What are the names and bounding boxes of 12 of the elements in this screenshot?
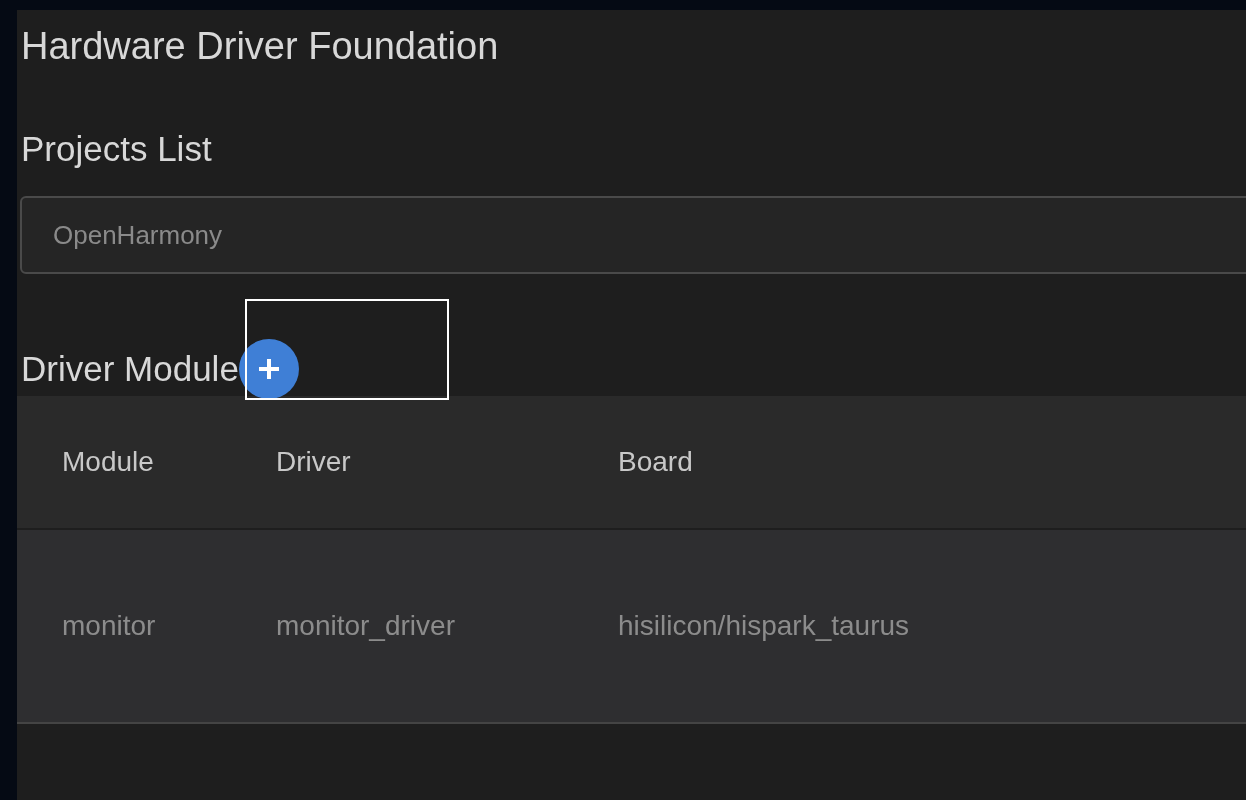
page-title: Hardware Driver Foundation — [21, 24, 499, 68]
plus-icon — [256, 357, 281, 381]
section-heading: Driver Module — [21, 348, 239, 390]
column-header: Module — [62, 446, 154, 478]
table-cell: monitor — [62, 610, 156, 642]
column-header: Driver — [276, 446, 351, 478]
table-cell: monitor_driver — [276, 610, 455, 642]
project-select[interactable]: OpenHarmony — [20, 196, 1246, 274]
column-header: Board — [618, 446, 693, 478]
section-heading: Projects List — [21, 128, 213, 170]
table-cell: hisilicon/hispark_taurus — [618, 610, 910, 642]
table-row[interactable]: monitor monitor_driver hisilicon/hispark_taurus — [17, 530, 1246, 724]
